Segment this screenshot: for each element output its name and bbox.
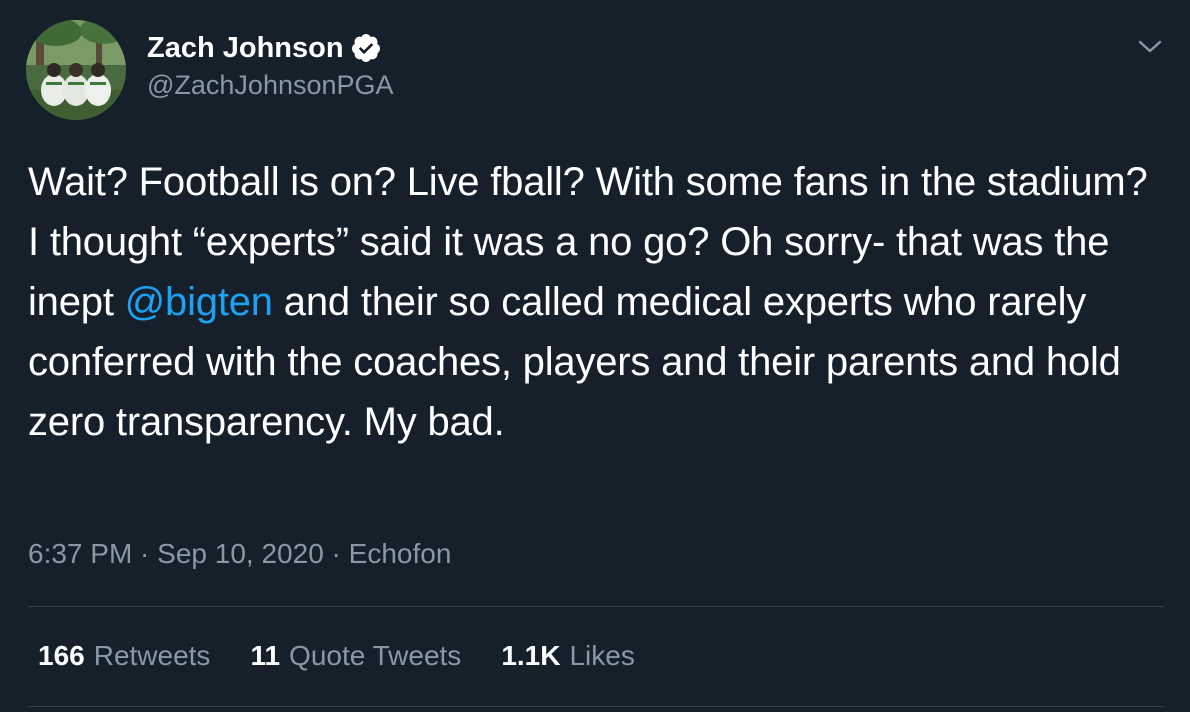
retweets-label: Retweets <box>93 640 211 671</box>
verified-badge-icon <box>350 32 382 64</box>
display-name[interactable]: Zach Johnson <box>147 32 344 65</box>
avatar[interactable] <box>26 20 126 120</box>
quote-tweets-label: Quote Tweets <box>289 640 462 671</box>
engagement-stats: 166 Retweets 11 Quote Tweets 1.1K Likes <box>38 640 675 672</box>
divider <box>28 606 1164 607</box>
retweets-count: 166 <box>38 640 85 671</box>
likes-count: 1.1K <box>501 640 561 671</box>
meta-separator: · <box>132 538 158 569</box>
likes-stat[interactable]: 1.1K Likes <box>501 640 635 672</box>
avatar-image <box>26 20 126 120</box>
divider <box>28 706 1164 707</box>
quote-tweets-count: 11 <box>250 640 281 671</box>
chevron-down-icon[interactable] <box>1136 36 1164 56</box>
tweet-source-app[interactable]: Echofon <box>349 538 452 569</box>
author-handle[interactable]: @ZachJohnsonPGA <box>147 70 394 101</box>
tweet-time[interactable]: 6:37 PM <box>28 538 132 569</box>
meta-separator: · <box>323 538 349 569</box>
likes-label: Likes <box>569 640 635 671</box>
author-name-row[interactable]: Zach Johnson <box>147 30 382 66</box>
tweet-card: Zach Johnson @ZachJohnsonPGA Wait? Footb… <box>0 0 1190 712</box>
tweet-meta: 6:37 PM · Sep 10, 2020 · Echofon <box>28 538 451 570</box>
tweet-text: Wait? Football is on? Live fball? With s… <box>28 152 1168 452</box>
mention-link[interactable]: @bigten <box>125 280 273 324</box>
retweets-stat[interactable]: 166 Retweets <box>38 640 210 672</box>
tweet-date[interactable]: Sep 10, 2020 <box>157 538 324 569</box>
quote-tweets-stat[interactable]: 11 Quote Tweets <box>250 640 461 672</box>
